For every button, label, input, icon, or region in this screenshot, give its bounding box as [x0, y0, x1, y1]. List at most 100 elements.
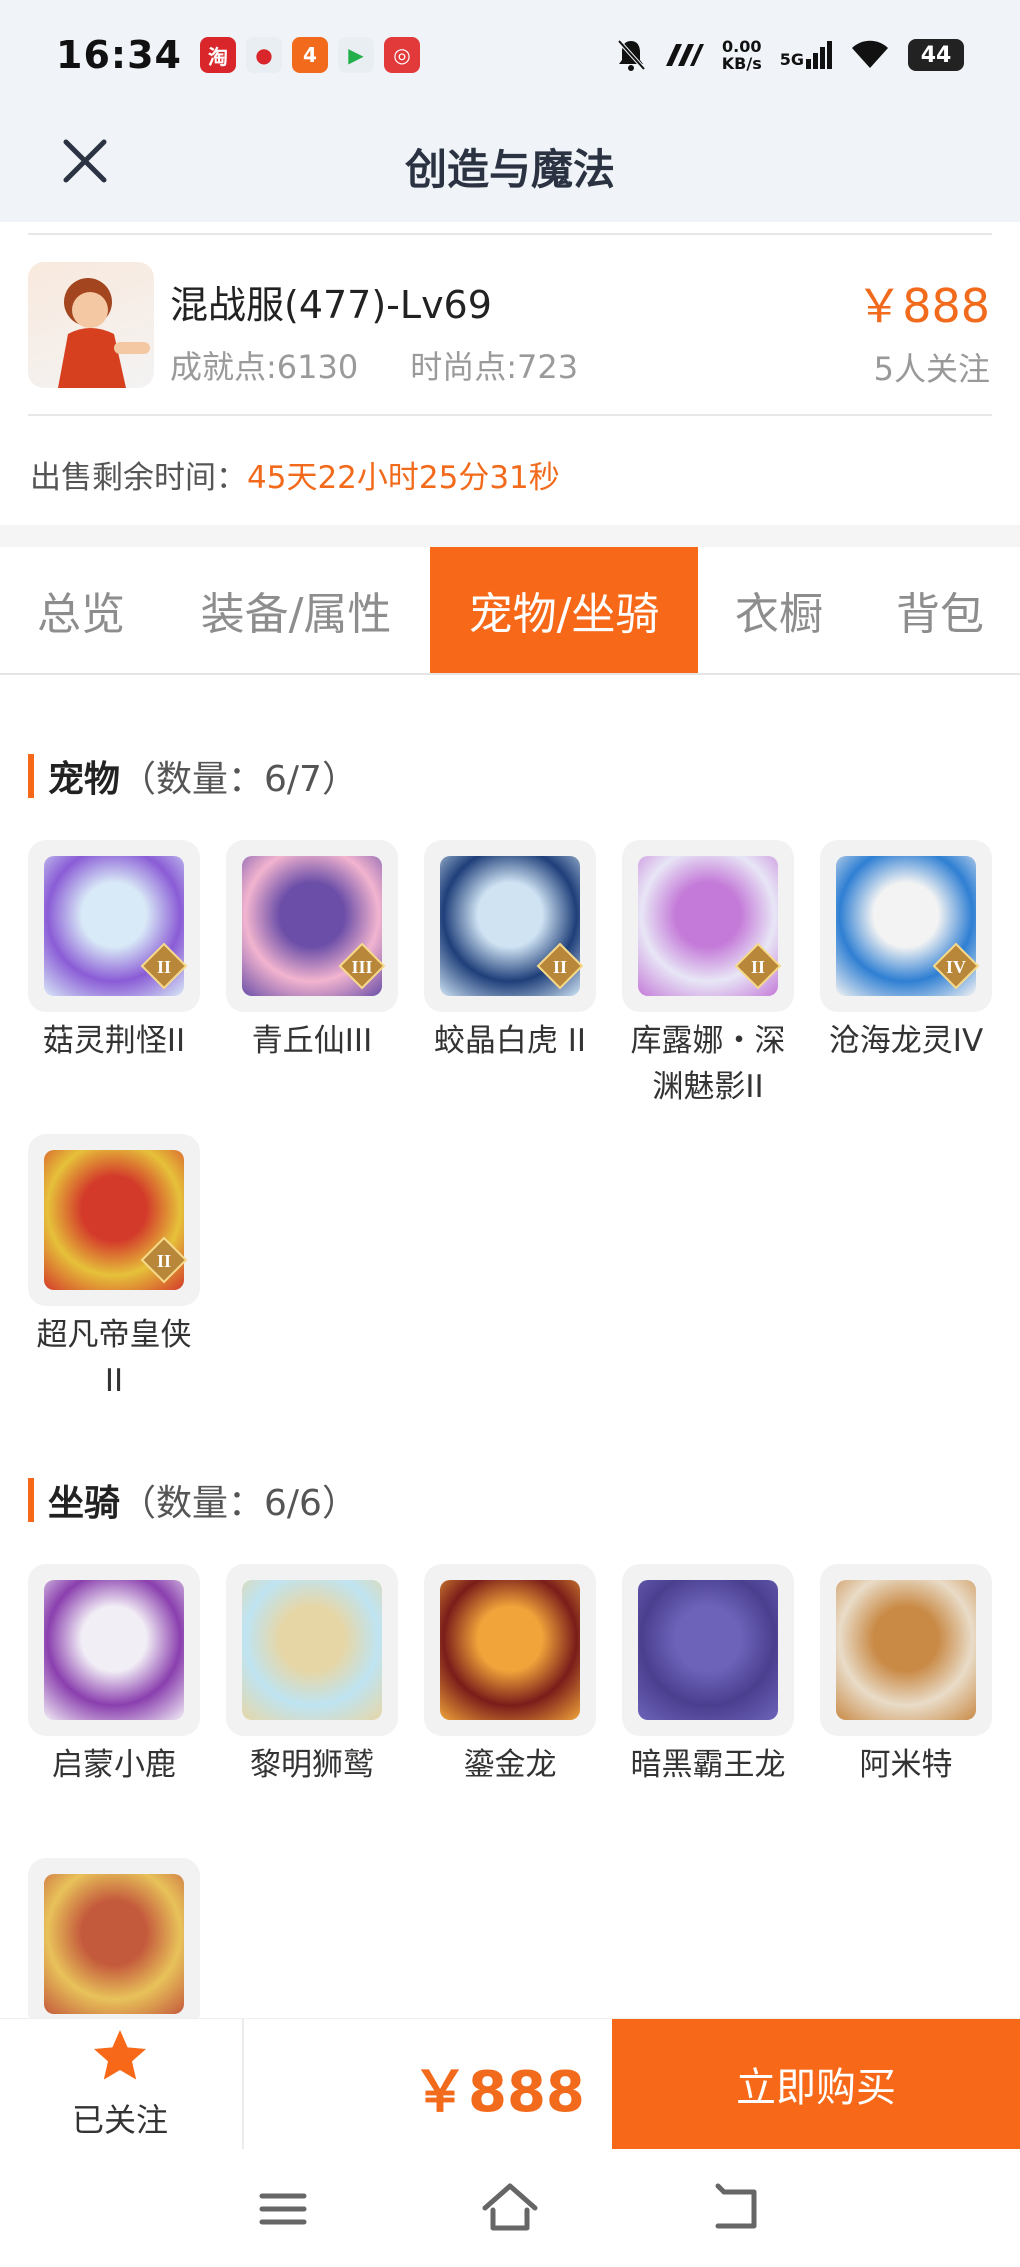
star-icon [94, 2030, 146, 2080]
divider [28, 233, 992, 235]
net-speed-unit: KB/s [721, 54, 762, 73]
pet-item[interactable]: II 菇灵荆怪II [28, 840, 200, 1064]
rank-badge-text: II [157, 957, 171, 977]
follow-button[interactable]: 已关注 [40, 2027, 200, 2147]
pets-count: （数量：6/7） [120, 759, 358, 800]
mount-image [440, 1580, 580, 1720]
tab-overview[interactable]: 总览 [0, 547, 162, 673]
tab-wardrobe[interactable]: 衣橱 [698, 547, 860, 673]
pet-thumbnail: IV [820, 840, 992, 1012]
system-nav-bar [0, 2152, 1020, 2267]
mount-item[interactable]: 暗黑霸王龙 [622, 1564, 794, 1788]
net-speed: 0.00 KB/s [722, 38, 762, 72]
pet-name: 菇灵荆怪II [42, 1023, 186, 1059]
music-app-icon: ◎ [383, 37, 420, 73]
tab-bar: 总览 装备/属性 宠物/坐骑 衣橱 背包 [0, 547, 1020, 675]
pets-title: 宠物 [48, 759, 121, 800]
buy-now-button[interactable]: 立即购买 [612, 2019, 1020, 2149]
mount-image [638, 1580, 778, 1720]
pet-item[interactable]: II 蛟晶白虎 II [424, 840, 596, 1064]
mounts-section-title: 坐骑 （数量：6/6） [28, 1474, 358, 1526]
back-icon[interactable] [702, 2174, 772, 2244]
product-name: 混战服(477)-Lv69 [170, 283, 492, 327]
mute-bell-icon [617, 39, 646, 71]
pet-thumbnail: II [28, 840, 200, 1012]
video-app-icon: ▶ [337, 37, 374, 73]
rank-badge-icon: IV [932, 942, 980, 990]
pet-name: 青丘仙III [251, 1023, 373, 1059]
map-app-icon: ● [245, 37, 282, 73]
rank-badge-text: III [351, 957, 372, 977]
status-indicators: 0.00 KB/s 5G 44 [616, 38, 964, 72]
wifi-icon [852, 40, 888, 68]
mount-image [44, 1874, 184, 2014]
mounts-title: 坐骑 [48, 1483, 121, 1524]
section-accent-bar [28, 1478, 34, 1522]
pet-thumbnail: II [424, 840, 596, 1012]
sale-remaining-time: 出售剩余时间：45天22小时25分31秒 [30, 452, 560, 497]
mount-thumbnail [226, 1564, 398, 1736]
divider [28, 414, 992, 416]
mount-image [44, 1580, 184, 1720]
mount-item[interactable]: 阿米特 [820, 1564, 992, 1788]
pet-name: 超凡帝皇侠II [36, 1317, 192, 1399]
mount-name: 鎏金龙 [463, 1747, 557, 1783]
signal-5g-label: 5G [779, 50, 804, 69]
remaining-label: 出售剩余时间： [30, 460, 247, 496]
mount-thumbnail [622, 1564, 794, 1736]
bottom-action-bar: 已关注 ￥888 立即购买 [0, 2018, 1020, 2152]
rank-badge-icon: II [140, 942, 188, 990]
menu-icon[interactable] [248, 2174, 318, 2244]
page: 16:34 淘 ● 4 ▶ ◎ 0.00 KB/s 5G 44 创造与魔法 混战… [0, 0, 1020, 2267]
notification-app-icons: 淘 ● 4 ▶ ◎ [199, 37, 420, 73]
pet-thumbnail: III [226, 840, 398, 1012]
mount-thumbnail [424, 1564, 596, 1736]
rank-badge-icon: III [338, 942, 386, 990]
follow-label: 已关注 [71, 2101, 168, 2139]
rank-badge-icon: II [734, 942, 782, 990]
mount-item[interactable]: 启蒙小鹿 [28, 1564, 200, 1788]
mount-image [836, 1580, 976, 1720]
mount-name: 启蒙小鹿 [52, 1747, 176, 1783]
mount-item[interactable]: 黎明狮鹫 [226, 1564, 398, 1788]
mount-thumbnail [820, 1564, 992, 1736]
bottom-price: ￥888 [412, 2060, 585, 2125]
mount-name: 阿米特 [859, 1747, 953, 1783]
taobao-app-icon: 淘 [199, 37, 236, 73]
home-icon[interactable] [475, 2174, 545, 2244]
pet-name: 库露娜・深渊魅影II [630, 1023, 786, 1105]
product-price: ￥888 [856, 279, 990, 333]
tab-pets-mounts[interactable]: 宠物/坐骑 [430, 547, 698, 673]
net-speed-value: 0.00 [722, 37, 762, 56]
mount-name: 黎明狮鹫 [250, 1747, 374, 1783]
section-accent-bar [28, 754, 34, 798]
cell-signal-icon: 5G [780, 41, 832, 69]
nfc-icon [665, 44, 704, 66]
mount-item[interactable]: 鎏金龙 [424, 1564, 596, 1788]
remaining-value: 45天22小时25分31秒 [247, 460, 560, 496]
pet-item[interactable]: IV 沧海龙灵IV [820, 840, 992, 1064]
follower-count: 5人关注 [873, 350, 990, 388]
pet-thumbnail: II [622, 840, 794, 1012]
header: 创造与魔法 [0, 110, 1020, 222]
pet-item[interactable]: III 青丘仙III [226, 840, 398, 1064]
tab-backpack[interactable]: 背包 [860, 547, 1020, 673]
mounts-count: （数量：6/6） [120, 1483, 358, 1524]
close-icon[interactable] [56, 130, 116, 190]
page-title: 创造与魔法 [404, 144, 615, 194]
product-stats: 成就点:6130 时尚点:723 [170, 342, 578, 388]
status-time: 16:34 [56, 33, 182, 77]
pet-item[interactable]: II 库露娜・深渊魅影II [622, 840, 794, 1110]
rank-badge-text: II [157, 1251, 171, 1271]
pet-item[interactable]: II 超凡帝皇侠II [28, 1134, 200, 1404]
rank-badge-text: II [751, 957, 765, 977]
pet-name: 沧海龙灵IV [828, 1023, 984, 1059]
mount-thumbnail [28, 1564, 200, 1736]
divider [242, 2019, 244, 2149]
status-bar: 16:34 淘 ● 4 ▶ ◎ 0.00 KB/s 5G 44 [0, 0, 1020, 110]
mount-name: 暗黑霸王龙 [630, 1747, 786, 1783]
mount-image [242, 1580, 382, 1720]
rank-badge-icon: II [140, 1236, 188, 1284]
tab-equipment[interactable]: 装备/属性 [162, 547, 430, 673]
pet-name: 蛟晶白虎 II [433, 1023, 587, 1059]
